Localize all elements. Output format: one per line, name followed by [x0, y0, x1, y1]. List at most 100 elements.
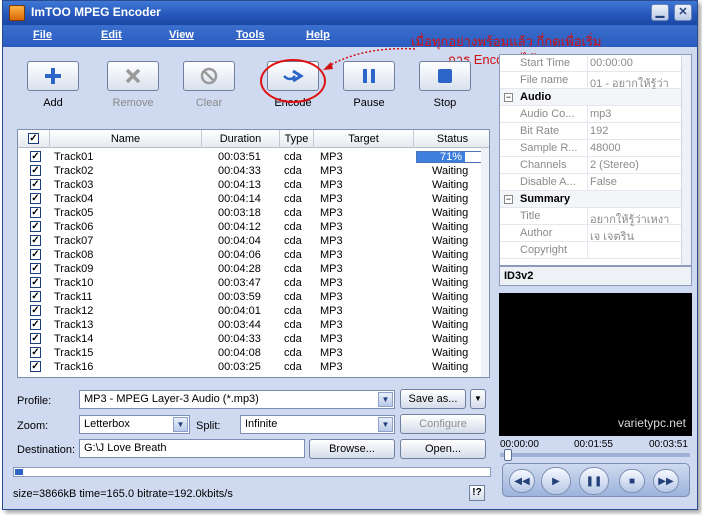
track-list[interactable]: ✓ Name Duration Type Target Status ✓ Trac… — [17, 129, 490, 378]
menu-tools[interactable]: Tools — [236, 29, 265, 41]
table-row[interactable]: ✓ Track13 00:03:44 cda MP3 Waiting — [18, 318, 489, 332]
cell-target: MP3 — [320, 263, 343, 275]
table-row[interactable]: ✓ Track08 00:04:06 cda MP3 Waiting — [18, 248, 489, 262]
table-row[interactable]: ✓ Track10 00:03:47 cda MP3 Waiting — [18, 276, 489, 290]
table-row[interactable]: ✓ Track02 00:04:33 cda MP3 Waiting — [18, 164, 489, 178]
row-checkbox[interactable]: ✓ — [30, 263, 41, 274]
row-checkbox[interactable]: ✓ — [30, 207, 41, 218]
table-row[interactable]: ✓ Track16 00:03:25 cda MP3 Waiting — [18, 360, 489, 374]
pause-button[interactable]: Pause — [341, 61, 397, 109]
property-row[interactable]: Start Time 00:00:00 — [500, 55, 691, 72]
property-value: False — [590, 176, 617, 188]
property-row[interactable]: Bit Rate 192 — [500, 123, 691, 140]
chevron-down-icon[interactable]: ▼ — [378, 417, 393, 432]
header-target[interactable]: Target — [314, 130, 414, 148]
stop-icon[interactable]: ■ — [619, 469, 645, 493]
split-select[interactable]: Infinite ▼ — [240, 415, 395, 434]
row-checkbox[interactable]: ✓ — [30, 319, 41, 330]
collapse-icon[interactable]: − — [504, 195, 513, 204]
close-button[interactable]: ✕ — [674, 4, 692, 21]
open-button[interactable]: Open... — [400, 439, 486, 459]
clear-button[interactable]: Clear — [181, 61, 237, 109]
table-row[interactable]: ✓ Track03 00:04:13 cda MP3 Waiting — [18, 178, 489, 192]
menu-edit[interactable]: Edit — [101, 29, 122, 41]
help-button[interactable]: !? — [469, 485, 485, 501]
header-type[interactable]: Type — [280, 130, 314, 148]
chevron-down-icon[interactable]: ▼ — [173, 417, 188, 432]
table-row[interactable]: ✓ Track09 00:04:28 cda MP3 Waiting — [18, 262, 489, 276]
add-button[interactable]: Add — [25, 61, 81, 109]
header-name[interactable]: Name — [50, 130, 202, 148]
properties-panel[interactable]: Start Time 00:00:00 File name 01 - อยากให้ร… — [499, 54, 692, 266]
chevron-down-icon[interactable]: ▼ — [378, 392, 393, 407]
property-row[interactable]: Title อยากให้รู้ว่าเหงา — [500, 208, 691, 226]
table-row[interactable]: ✓ Track12 00:04:01 cda MP3 Waiting — [18, 304, 489, 318]
remove-button[interactable]: Remove — [105, 61, 161, 109]
select-all-checkbox[interactable]: ✓ — [28, 133, 39, 144]
row-checkbox[interactable]: ✓ — [30, 151, 41, 162]
configure-button[interactable]: Configure — [400, 414, 486, 434]
row-checkbox[interactable]: ✓ — [30, 193, 41, 204]
property-row[interactable]: Channels 2 (Stereo) — [500, 157, 691, 174]
table-row[interactable]: ✓ Track04 00:04:14 cda MP3 Waiting — [18, 192, 489, 206]
browse-button[interactable]: Browse... — [309, 439, 395, 459]
header-duration[interactable]: Duration — [202, 130, 280, 148]
cell-type: cda — [284, 333, 302, 345]
row-checkbox[interactable]: ✓ — [30, 165, 41, 176]
pause-icon[interactable]: ❚❚ — [579, 467, 609, 495]
cell-name: Track15 — [54, 347, 94, 359]
table-row[interactable]: ✓ Track07 00:04:04 cda MP3 Waiting — [18, 234, 489, 248]
property-section[interactable]: − Summary — [500, 191, 691, 208]
minimize-button[interactable]: ▁ — [651, 4, 669, 21]
header-status[interactable]: Status — [414, 130, 489, 148]
watermark: varietypc.net — [617, 416, 686, 430]
property-section[interactable]: − Audio — [500, 89, 691, 106]
zoom-select[interactable]: Letterbox ▼ — [79, 415, 190, 434]
table-row[interactable]: ✓ Track14 00:04:33 cda MP3 Waiting — [18, 332, 489, 346]
row-checkbox[interactable]: ✓ — [30, 221, 41, 232]
property-row[interactable]: Disable A... False — [500, 174, 691, 191]
destination-input[interactable]: G:\J Love Breath — [79, 439, 305, 458]
row-checkbox[interactable]: ✓ — [30, 249, 41, 260]
cell-status: Waiting — [432, 291, 469, 303]
row-checkbox[interactable]: ✓ — [30, 235, 41, 246]
table-row[interactable]: ✓ Track05 00:03:18 cda MP3 Waiting — [18, 206, 489, 220]
profile-menu-button[interactable]: ▼ — [470, 389, 486, 409]
seek-slider[interactable] — [500, 449, 690, 461]
property-row[interactable]: Sample R... 48000 — [500, 140, 691, 157]
header-select-all[interactable]: ✓ — [18, 130, 50, 148]
rewind-icon[interactable]: ◀◀ — [509, 469, 535, 493]
properties-scrollbar[interactable] — [681, 55, 691, 265]
table-row[interactable]: ✓ Track06 00:04:12 cda MP3 Waiting — [18, 220, 489, 234]
fast-forward-icon[interactable]: ▶▶ — [653, 469, 679, 493]
row-checkbox[interactable]: ✓ — [30, 277, 41, 288]
row-checkbox[interactable]: ✓ — [30, 333, 41, 344]
save-as-button[interactable]: Save as... — [400, 389, 466, 409]
seek-thumb[interactable] — [504, 449, 512, 461]
property-value: 00:00:00 — [590, 57, 633, 69]
table-row[interactable]: ✓ Track01 00:03:51 cda MP3 71% — [18, 150, 489, 164]
cell-status: Waiting — [432, 249, 469, 261]
property-row[interactable]: Copyright — [500, 242, 691, 259]
collapse-icon[interactable]: − — [504, 93, 513, 102]
row-checkbox[interactable]: ✓ — [30, 291, 41, 302]
property-row[interactable]: Author เจ เจตริน — [500, 225, 691, 243]
row-checkbox[interactable]: ✓ — [30, 347, 41, 358]
property-row[interactable]: Audio Co... mp3 — [500, 106, 691, 123]
id3-tag-label: ID3v2 — [499, 266, 692, 286]
menu-view[interactable]: View — [169, 29, 194, 41]
title-bar[interactable]: ImTOO MPEG Encoder ▁ ✕ — [3, 1, 697, 25]
row-checkbox[interactable]: ✓ — [30, 179, 41, 190]
row-checkbox[interactable]: ✓ — [30, 361, 41, 372]
profile-select[interactable]: MP3 - MPEG Layer-3 Audio (*.mp3) ▼ — [79, 390, 395, 409]
menu-file[interactable]: File — [33, 29, 52, 41]
play-icon[interactable]: ▶ — [541, 467, 571, 495]
stop-icon — [438, 69, 452, 83]
property-row[interactable]: File name 01 - อยากให้รู้ว่า — [500, 72, 691, 90]
table-row[interactable]: ✓ Track15 00:04:08 cda MP3 Waiting — [18, 346, 489, 360]
row-checkbox[interactable]: ✓ — [30, 305, 41, 316]
menu-help[interactable]: Help — [306, 29, 330, 41]
stop-button[interactable]: Stop — [417, 61, 473, 109]
table-row[interactable]: ✓ Track11 00:03:59 cda MP3 Waiting — [18, 290, 489, 304]
list-scrollbar[interactable] — [481, 148, 489, 377]
